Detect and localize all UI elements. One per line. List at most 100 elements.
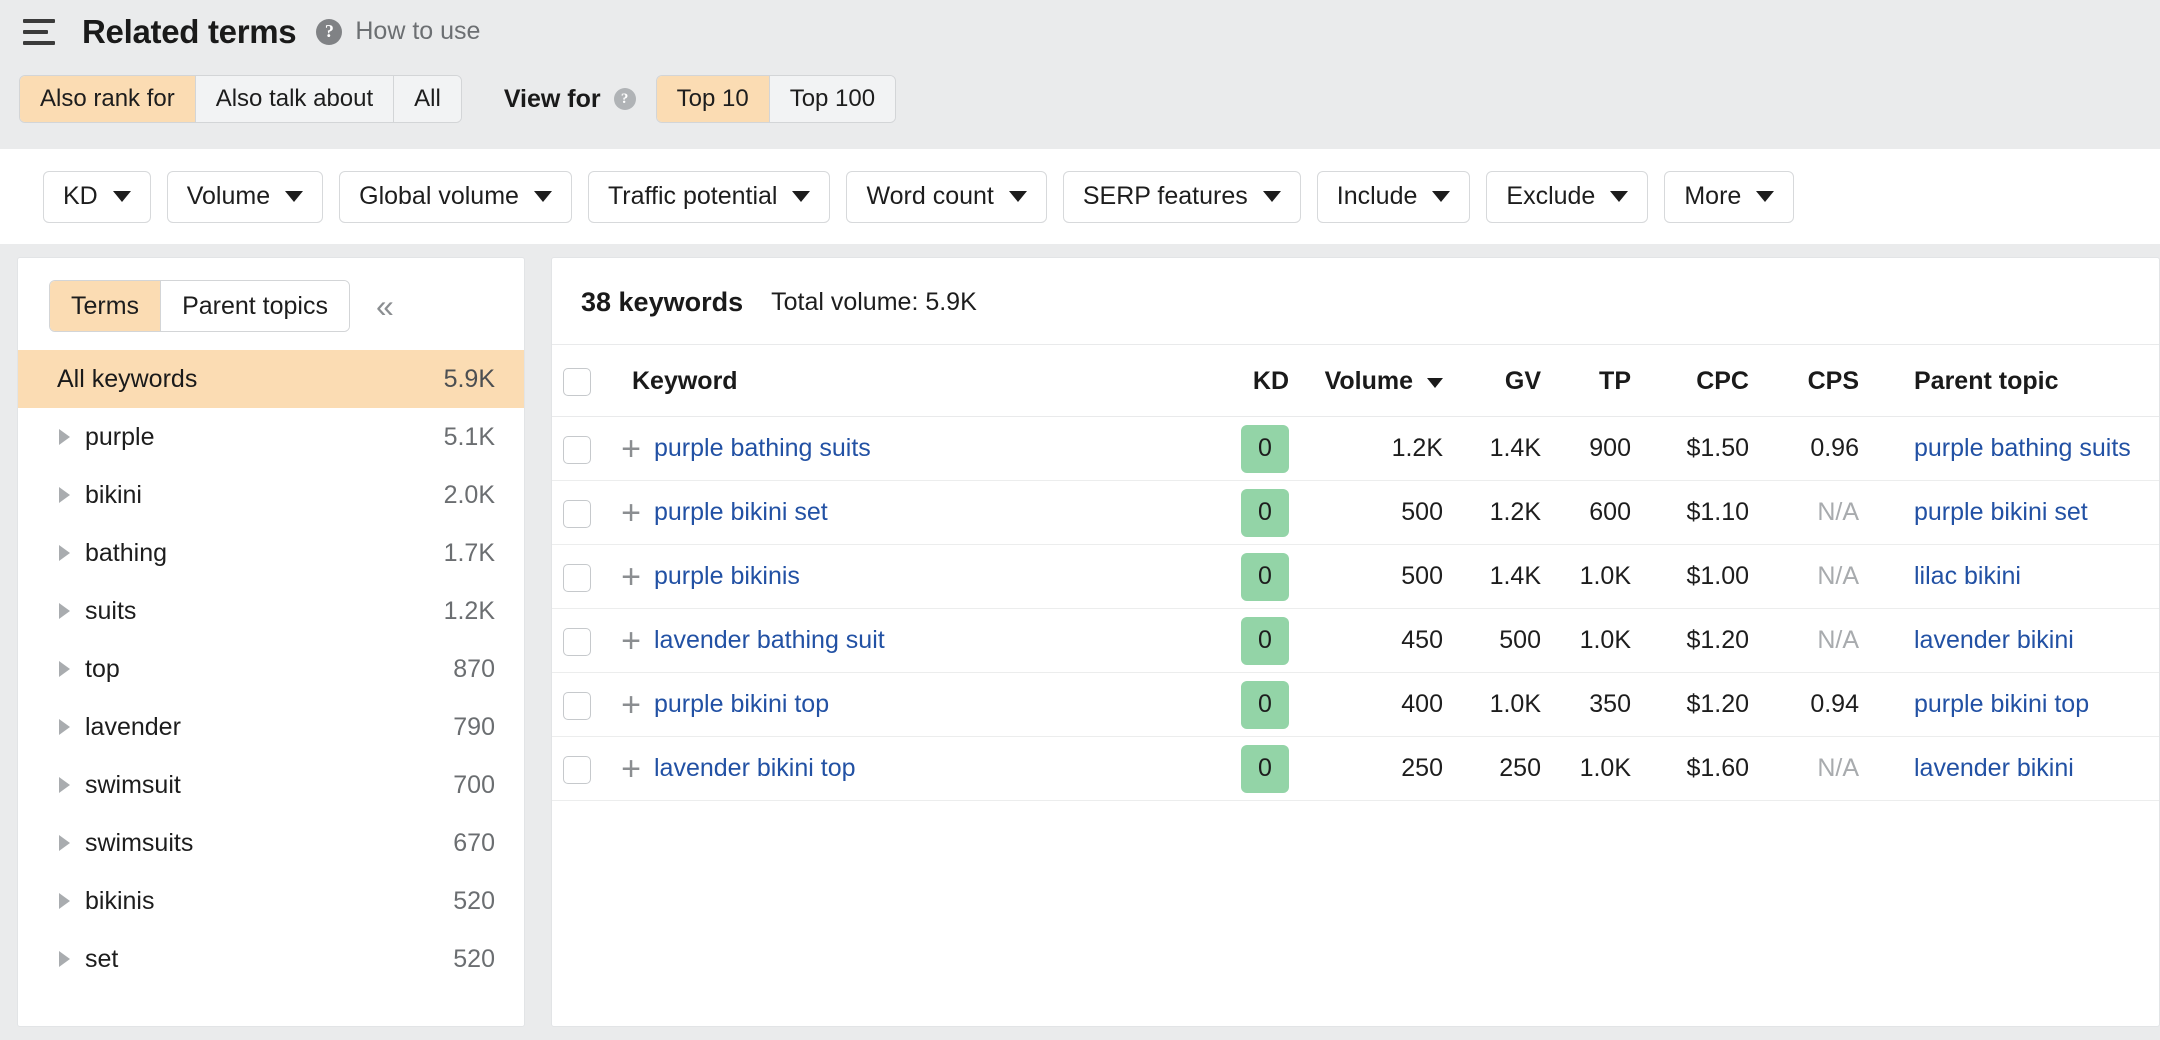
sidebar-segmented-control[interactable]: Terms Parent topics bbox=[49, 280, 350, 332]
sidebar-item-value: 700 bbox=[453, 771, 495, 800]
sidebar-item-top[interactable]: top 870 bbox=[18, 640, 524, 698]
expand-arrow-icon[interactable] bbox=[59, 777, 70, 793]
gv-cell: 250 bbox=[1453, 737, 1551, 801]
sidebar-item-bikinis[interactable]: bikinis 520 bbox=[18, 872, 524, 930]
view-segmented-control[interactable]: Top 10 Top 100 bbox=[656, 75, 896, 123]
column-header-tp[interactable]: TP bbox=[1551, 345, 1641, 417]
table-row[interactable]: + purple bikini set 0 500 1.2K 600 $1.10… bbox=[552, 481, 2159, 545]
filter-word-count[interactable]: Word count bbox=[846, 171, 1046, 223]
keyword-link[interactable]: purple bikinis bbox=[654, 562, 800, 591]
sidebar-item-suits[interactable]: suits 1.2K bbox=[18, 582, 524, 640]
sidebar-tab-parent-topics[interactable]: Parent topics bbox=[161, 281, 349, 331]
expand-arrow-icon[interactable] bbox=[59, 603, 70, 619]
keyword-link[interactable]: lavender bikini top bbox=[654, 754, 856, 783]
expand-arrow-icon[interactable] bbox=[59, 951, 70, 967]
parent-topic-cell: purple bathing suits bbox=[1869, 417, 2159, 481]
view-option-top-100[interactable]: Top 100 bbox=[770, 76, 895, 122]
row-checkbox[interactable] bbox=[563, 436, 591, 464]
sidebar-item-purple[interactable]: purple 5.1K bbox=[18, 408, 524, 466]
expand-arrow-icon[interactable] bbox=[59, 487, 70, 503]
sidebar-item-bikini[interactable]: bikini 2.0K bbox=[18, 466, 524, 524]
parent-topic-link[interactable]: lavender bikini bbox=[1914, 626, 2074, 654]
sidebar-item-swimsuits[interactable]: swimsuits 670 bbox=[18, 814, 524, 872]
filter-include[interactable]: Include bbox=[1317, 171, 1471, 223]
select-all-header bbox=[552, 345, 608, 417]
filter-global-volume[interactable]: Global volume bbox=[339, 171, 572, 223]
expand-arrow-icon[interactable] bbox=[59, 719, 70, 735]
mode-option-also-talk-about[interactable]: Also talk about bbox=[196, 76, 394, 122]
filter-volume[interactable]: Volume bbox=[167, 171, 323, 223]
filter-label: Word count bbox=[866, 182, 993, 211]
row-select-cell bbox=[552, 737, 608, 801]
column-header-cps[interactable]: CPS bbox=[1759, 345, 1869, 417]
view-for-help-icon[interactable]: ? bbox=[614, 88, 636, 110]
parent-topic-cell: purple bikini top bbox=[1869, 673, 2159, 737]
add-keyword-icon[interactable]: + bbox=[608, 496, 654, 530]
how-to-use-link[interactable]: How to use bbox=[355, 17, 480, 46]
row-checkbox[interactable] bbox=[563, 756, 591, 784]
expand-arrow-icon[interactable] bbox=[59, 661, 70, 677]
expand-arrow-icon[interactable] bbox=[59, 893, 70, 909]
parent-topic-link[interactable]: lilac bikini bbox=[1914, 562, 2021, 590]
select-all-checkbox[interactable] bbox=[563, 368, 591, 396]
add-keyword-icon[interactable]: + bbox=[608, 688, 654, 722]
keyword-link[interactable]: purple bikini top bbox=[654, 690, 829, 719]
collapse-sidebar-icon[interactable]: « bbox=[376, 290, 394, 322]
parent-topic-link[interactable]: purple bikini top bbox=[1914, 690, 2089, 718]
filter-exclude[interactable]: Exclude bbox=[1486, 171, 1648, 223]
add-keyword-icon[interactable]: + bbox=[608, 432, 654, 466]
column-header-gv[interactable]: GV bbox=[1453, 345, 1551, 417]
keyword-link[interactable]: purple bikini set bbox=[654, 498, 828, 527]
expand-arrow-icon[interactable] bbox=[59, 835, 70, 851]
keyword-link[interactable]: purple bathing suits bbox=[654, 434, 871, 463]
help-question-icon[interactable]: ? bbox=[316, 19, 342, 45]
mode-option-all[interactable]: All bbox=[394, 76, 461, 122]
view-option-top-10[interactable]: Top 10 bbox=[657, 76, 770, 122]
add-keyword-icon[interactable]: + bbox=[608, 752, 654, 786]
column-header-cpc[interactable]: CPC bbox=[1641, 345, 1759, 417]
filter-traffic-potential[interactable]: Traffic potential bbox=[588, 171, 831, 223]
column-header-kd[interactable]: KD bbox=[1207, 345, 1303, 417]
cpc-cell: $1.00 bbox=[1641, 545, 1759, 609]
mode-option-also-rank-for[interactable]: Also rank for bbox=[20, 76, 196, 122]
add-keyword-icon[interactable]: + bbox=[608, 560, 654, 594]
sidebar-item-set[interactable]: set 520 bbox=[18, 930, 524, 988]
column-header-keyword[interactable]: Keyword bbox=[608, 345, 1207, 417]
table-row[interactable]: + lavender bikini top 0 250 250 1.0K $1.… bbox=[552, 737, 2159, 801]
hamburger-menu-icon[interactable] bbox=[14, 9, 60, 55]
column-header-parent-topic[interactable]: Parent topic bbox=[1869, 345, 2159, 417]
sidebar-item-lavender[interactable]: lavender 790 bbox=[18, 698, 524, 756]
filter-kd[interactable]: KD bbox=[43, 171, 151, 223]
table-row[interactable]: + purple bikini top 0 400 1.0K 350 $1.20… bbox=[552, 673, 2159, 737]
kd-cell: 0 bbox=[1207, 673, 1303, 737]
sidebar-item-bathing[interactable]: bathing 1.7K bbox=[18, 524, 524, 582]
keyword-link[interactable]: lavender bathing suit bbox=[654, 626, 885, 655]
sidebar-tab-terms[interactable]: Terms bbox=[50, 281, 161, 331]
add-keyword-icon[interactable]: + bbox=[608, 624, 654, 658]
keyword-cell: + purple bikinis bbox=[608, 545, 1207, 609]
row-checkbox[interactable] bbox=[563, 628, 591, 656]
gv-cell: 500 bbox=[1453, 609, 1551, 673]
expand-arrow-icon[interactable] bbox=[59, 545, 70, 561]
parent-topic-link[interactable]: lavender bikini bbox=[1914, 754, 2074, 782]
sidebar-tab-bar: Terms Parent topics « bbox=[18, 258, 524, 350]
table-row[interactable]: + lavender bathing suit 0 450 500 1.0K $… bbox=[552, 609, 2159, 673]
sidebar-item-all-keywords[interactable]: All keywords 5.9K bbox=[18, 350, 524, 408]
table-row[interactable]: + purple bathing suits 0 1.2K 1.4K 900 $… bbox=[552, 417, 2159, 481]
kd-cell: 0 bbox=[1207, 737, 1303, 801]
filter-more[interactable]: More bbox=[1664, 171, 1794, 223]
column-header-volume[interactable]: Volume bbox=[1303, 345, 1453, 417]
parent-topic-link[interactable]: purple bathing suits bbox=[1914, 434, 2131, 462]
table-row[interactable]: + purple bikinis 0 500 1.4K 1.0K $1.00 N… bbox=[552, 545, 2159, 609]
row-checkbox[interactable] bbox=[563, 692, 591, 720]
sidebar-item-swimsuit[interactable]: swimsuit 700 bbox=[18, 756, 524, 814]
table-summary: 38 keywords Total volume: 5.9K bbox=[552, 258, 2159, 345]
parent-topic-link[interactable]: purple bikini set bbox=[1914, 498, 2088, 526]
filter-serp-features[interactable]: SERP features bbox=[1063, 171, 1301, 223]
expand-arrow-icon[interactable] bbox=[59, 429, 70, 445]
row-checkbox[interactable] bbox=[563, 500, 591, 528]
row-checkbox[interactable] bbox=[563, 564, 591, 592]
chevron-down-icon bbox=[1263, 191, 1281, 202]
filter-bar: KD Volume Global volume Traffic potentia… bbox=[0, 149, 2160, 244]
mode-segmented-control[interactable]: Also rank for Also talk about All bbox=[19, 75, 462, 123]
